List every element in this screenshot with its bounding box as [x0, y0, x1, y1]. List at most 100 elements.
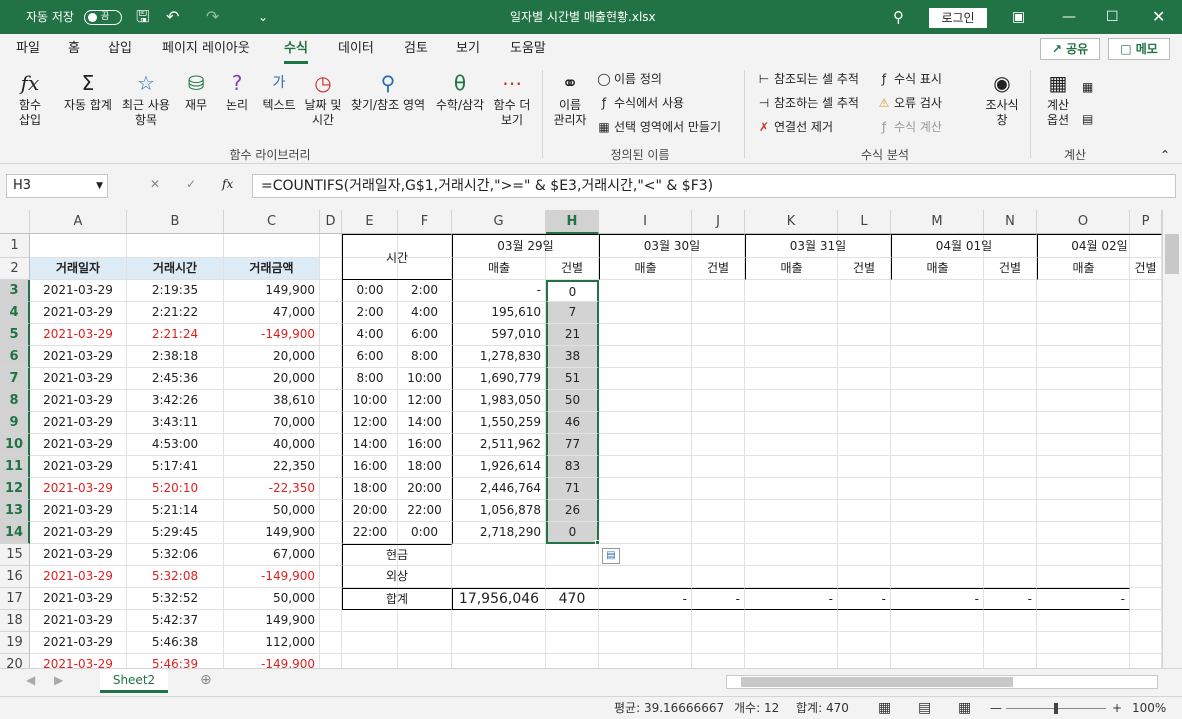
date-cell[interactable]: 2021-03-29: [30, 280, 127, 302]
normal-view-icon[interactable]: ▦: [878, 697, 891, 719]
grid-cell[interactable]: [891, 280, 984, 302]
grid-cell[interactable]: [1037, 280, 1130, 302]
grid-cell[interactable]: [599, 390, 692, 412]
grid-cell[interactable]: [692, 610, 745, 632]
grid-cell[interactable]: [692, 302, 745, 324]
date-header[interactable]: 04월 01일: [891, 234, 1037, 258]
date-cell[interactable]: 2021-03-29: [30, 390, 127, 412]
column-header-l[interactable]: L: [838, 210, 891, 234]
grid-cell[interactable]: [30, 234, 127, 258]
grid-cell[interactable]: [692, 324, 745, 346]
horizontal-scrollbar-thumb[interactable]: [741, 677, 1013, 687]
grid-cell[interactable]: [838, 346, 891, 368]
grid-cell[interactable]: [1130, 324, 1162, 346]
grid-cell[interactable]: [984, 500, 1037, 522]
time-cell[interactable]: 5:32:52: [127, 588, 224, 610]
date-cell[interactable]: 2021-03-29: [30, 544, 127, 566]
grid-cell[interactable]: [984, 456, 1037, 478]
grid-cell[interactable]: [984, 390, 1037, 412]
count-header[interactable]: 건별: [692, 258, 745, 280]
grid-cell[interactable]: [599, 478, 692, 500]
name-manager-button[interactable]: ⚭ 이름 관리자: [548, 70, 592, 128]
grid-cell[interactable]: [452, 610, 546, 632]
slot-count-cell[interactable]: 71: [546, 478, 599, 500]
grid-cell[interactable]: [984, 610, 1037, 632]
row-header-9[interactable]: 9: [0, 412, 30, 434]
total-dash-cell[interactable]: -: [599, 588, 692, 610]
amount-cell[interactable]: 22,350: [224, 456, 320, 478]
grid-cell[interactable]: [891, 544, 984, 566]
grid-cell[interactable]: [692, 544, 745, 566]
grid-cell[interactable]: [984, 522, 1037, 544]
amount-cell[interactable]: -149,900: [224, 566, 320, 588]
slot-end-cell[interactable]: 4:00: [398, 302, 452, 324]
time-cell[interactable]: 5:17:41: [127, 456, 224, 478]
close-icon[interactable]: ✕: [1152, 0, 1165, 34]
grid-cell[interactable]: [692, 412, 745, 434]
page-break-view-icon[interactable]: ▦: [958, 697, 971, 719]
grid-cell[interactable]: [1037, 434, 1130, 456]
slot-count-cell[interactable]: 0: [546, 522, 599, 544]
sales-header[interactable]: 매출: [745, 258, 838, 280]
grid-cell[interactable]: [838, 566, 891, 588]
time-cell[interactable]: 3:42:26: [127, 390, 224, 412]
error-checking-button[interactable]: ⚠ 오류 검사: [876, 92, 942, 114]
create-from-selection-button[interactable]: ▦ 선택 영역에서 만들기: [596, 116, 721, 138]
table-header-date[interactable]: 거래일자: [30, 258, 127, 280]
count-header[interactable]: 건별: [984, 258, 1037, 280]
row-header-14[interactable]: 14: [0, 522, 30, 544]
cash-label[interactable]: 현금: [342, 544, 452, 566]
grid-cell[interactable]: [599, 368, 692, 390]
date-cell[interactable]: 2021-03-29: [30, 346, 127, 368]
tab-review[interactable]: 검토: [404, 34, 428, 64]
column-header-g[interactable]: G: [452, 210, 546, 234]
grid-cell[interactable]: [1037, 324, 1130, 346]
slot-count-cell[interactable]: 77: [546, 434, 599, 456]
grid-cell[interactable]: [838, 610, 891, 632]
grid-cell[interactable]: [398, 632, 452, 654]
slot-sales-cell[interactable]: 1,056,878: [452, 500, 546, 522]
grid-cell[interactable]: [599, 280, 692, 302]
total-dash-cell[interactable]: -: [891, 588, 984, 610]
grid-cell[interactable]: [838, 324, 891, 346]
grid-cell[interactable]: [838, 478, 891, 500]
grid-cell[interactable]: [1037, 456, 1130, 478]
grid-cell[interactable]: [599, 434, 692, 456]
grid-cell[interactable]: [320, 654, 342, 668]
name-box[interactable]: H3 ▼: [6, 174, 108, 198]
grid-cell[interactable]: [838, 302, 891, 324]
grid-cell[interactable]: [838, 544, 891, 566]
grid-cell[interactable]: [745, 346, 838, 368]
tab-home[interactable]: 홈: [68, 34, 80, 64]
grid-cell[interactable]: [1037, 390, 1130, 412]
date-cell[interactable]: 2021-03-29: [30, 456, 127, 478]
grid-cell[interactable]: [891, 522, 984, 544]
grid-cell[interactable]: [320, 566, 342, 588]
amount-cell[interactable]: 20,000: [224, 346, 320, 368]
column-header-f[interactable]: F: [398, 210, 452, 234]
grid-cell[interactable]: [320, 390, 342, 412]
watch-window-button[interactable]: ◉ 조사식 창: [980, 70, 1024, 128]
grid-cell[interactable]: [984, 434, 1037, 456]
grid-cell[interactable]: [342, 654, 398, 668]
slot-sales-cell[interactable]: 195,610: [452, 302, 546, 324]
date-cell[interactable]: 2021-03-29: [30, 588, 127, 610]
grid-cell[interactable]: [1130, 478, 1162, 500]
grid-cell[interactable]: [745, 610, 838, 632]
grid-cell[interactable]: [891, 368, 984, 390]
page-layout-view-icon[interactable]: ▤: [918, 697, 931, 719]
column-header-e[interactable]: E: [342, 210, 398, 234]
sales-header[interactable]: 매출: [599, 258, 692, 280]
slot-start-cell[interactable]: 18:00: [342, 478, 398, 500]
slot-start-cell[interactable]: 2:00: [342, 302, 398, 324]
total-dash-cell[interactable]: -: [984, 588, 1037, 610]
grid-cell[interactable]: [599, 412, 692, 434]
date-cell[interactable]: 2021-03-29: [30, 412, 127, 434]
zoom-out-icon[interactable]: —: [990, 697, 1002, 719]
column-header-c[interactable]: C: [224, 210, 320, 234]
grid-cell[interactable]: [891, 610, 984, 632]
quick-access-dropdown-icon[interactable]: ⌄: [258, 0, 268, 34]
grid-cell[interactable]: [692, 654, 745, 668]
amount-cell[interactable]: 50,000: [224, 588, 320, 610]
date-cell[interactable]: 2021-03-29: [30, 632, 127, 654]
